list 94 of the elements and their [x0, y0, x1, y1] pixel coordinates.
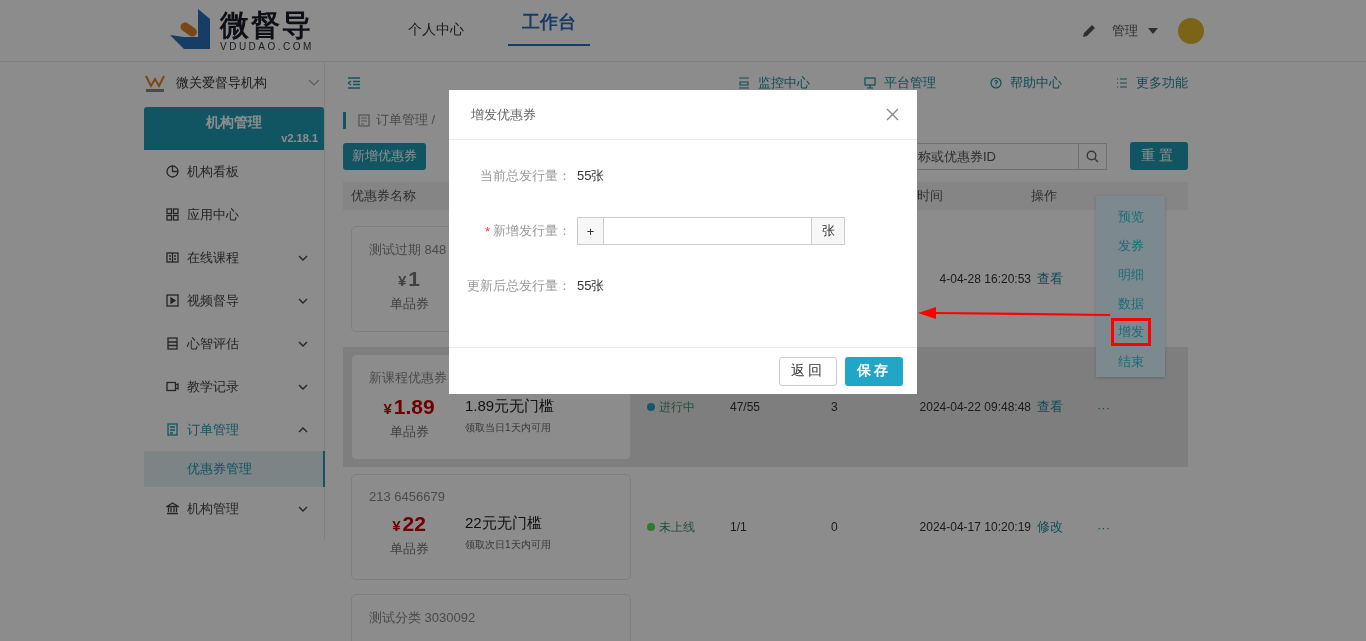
search-icon	[1086, 149, 1099, 163]
save-button[interactable]: 保存	[845, 356, 903, 386]
menu-item[interactable]: 结束	[1113, 347, 1148, 376]
row-action-link[interactable]: 修改	[1037, 519, 1063, 534]
dialog-title: 增发优惠券	[471, 105, 536, 124]
row-action-link[interactable]: 查看	[1037, 270, 1063, 286]
input-suffix: 张	[811, 217, 845, 245]
caret-icon	[1148, 27, 1158, 34]
brand-name: 微督导	[220, 9, 314, 41]
menu-item[interactable]: 明细	[1113, 260, 1148, 289]
coupon-name: 新课程优惠券	[369, 369, 447, 387]
coupon-type: 单品券	[389, 540, 429, 558]
coupon-name: 测试过期 848	[369, 240, 447, 259]
monitor-icon	[738, 77, 750, 89]
field-label: 当前总发行量：	[480, 167, 571, 185]
bank-icon	[166, 502, 179, 515]
sidebar-item[interactable]: 在线课程	[144, 236, 324, 279]
sidebar-subitem[interactable]: 优惠券管理	[144, 451, 325, 487]
status-label: 进行中	[647, 398, 724, 416]
sidebar-item[interactable]: 教学记录	[144, 365, 324, 408]
more-link[interactable]: ···	[1093, 519, 1110, 535]
coupon-price: ¥1	[398, 266, 420, 291]
menu-item[interactable]: 发券	[1113, 231, 1148, 260]
menu-item[interactable]: 增发	[1113, 321, 1148, 343]
avatar[interactable]	[1178, 17, 1204, 44]
field-value: 55张	[577, 277, 605, 295]
quantity-input[interactable]	[604, 217, 811, 245]
pie-icon	[166, 165, 179, 178]
org-selector[interactable]: 微关爱督导机构	[176, 74, 298, 92]
menu-item[interactable]: 数据	[1113, 289, 1148, 318]
coupon-price: ¥1.89	[383, 395, 435, 419]
column-header: 时间	[916, 187, 944, 205]
reset-button[interactable]: 重置	[1130, 142, 1188, 170]
top-link[interactable]: 帮助中心	[990, 74, 1062, 92]
sidebar-item[interactable]: 应用中心	[144, 193, 324, 236]
nav-tab[interactable]: 工作台	[507, 0, 590, 46]
sidebar-item[interactable]: 订单管理	[144, 408, 324, 451]
table-cell: 47/55	[730, 400, 761, 414]
doc-icon	[166, 423, 179, 436]
collapse-menu-icon[interactable]	[347, 77, 361, 89]
field-label: 新增发行量：	[493, 222, 571, 240]
coupon-rule: 22元无门槛	[465, 514, 542, 533]
coupon-name: 213 6456679	[369, 489, 445, 504]
table-cell: 2024-04-17 10:20:19	[919, 520, 1031, 534]
chevron-down-icon[interactable]	[308, 79, 320, 87]
sidebar-item[interactable]: 机构管理	[144, 487, 324, 530]
play-icon	[166, 294, 179, 307]
help-icon	[990, 77, 1002, 89]
table-cell: 4-04-28 16:20:53	[939, 271, 1031, 286]
coupon-note: 领取当日1天内可用	[465, 421, 551, 435]
pencil-icon[interactable]	[1082, 23, 1096, 38]
top-link[interactable]: 更多功能	[1116, 74, 1188, 92]
column-header: 优惠券名称	[351, 187, 417, 205]
close-icon[interactable]	[886, 108, 899, 121]
coupon-note: 领取次日1天内可用	[465, 538, 551, 552]
column-header: 操作	[1031, 187, 1058, 205]
module-title: 机构管理	[206, 114, 262, 132]
order-icon	[358, 113, 370, 127]
status-label: 未上线	[647, 518, 724, 536]
input-prefix: +	[577, 217, 604, 245]
coupon-type: 单品券	[389, 294, 429, 313]
table-cell: 1/1	[730, 520, 747, 534]
video-icon	[166, 380, 179, 393]
coupon-price: ¥22	[392, 512, 426, 536]
grid-icon	[166, 208, 179, 221]
list-icon	[166, 337, 179, 350]
top-link[interactable]: 平台管理	[864, 74, 936, 92]
sidebar-item[interactable]: 机构看板	[144, 150, 324, 193]
coupon-name: 测试分类 3030092	[369, 609, 476, 627]
table-cell: 2024-04-22 09:48:48	[919, 400, 1031, 414]
search-button[interactable]	[1079, 142, 1107, 170]
back-button[interactable]: 返回	[779, 356, 837, 386]
add-coupon-button[interactable]: 新增优惠券	[343, 142, 426, 170]
row-action-link[interactable]: 查看	[1037, 399, 1063, 414]
coupon-type: 单品券	[389, 423, 429, 441]
coupon-rule: 1.89元无门槛	[465, 397, 555, 416]
table-cell: 0	[831, 520, 838, 534]
top-link[interactable]: 监控中心	[738, 74, 810, 92]
table-cell: 3	[831, 400, 838, 414]
more-link[interactable]: ···	[1093, 399, 1110, 415]
sidebar-item[interactable]: 心智评估	[144, 322, 324, 365]
book-icon	[166, 251, 179, 264]
field-value: 55张	[577, 167, 605, 185]
sidebar-item[interactable]: 视频督导	[144, 279, 324, 322]
field-label: 更新后总发行量：	[467, 277, 571, 295]
version-label: v2.18.1	[281, 132, 318, 144]
brand-domain: VDUDAO.COM	[220, 41, 314, 52]
nav-tab[interactable]: 个人中心	[393, 0, 478, 61]
menu-item[interactable]: 预览	[1113, 202, 1148, 231]
desktop-icon	[864, 77, 876, 89]
required-mark: *	[484, 223, 490, 239]
menu-icon	[1116, 77, 1128, 89]
user-menu[interactable]: 管理	[1112, 21, 1138, 40]
breadcrumb: 订单管理 /	[376, 111, 436, 129]
